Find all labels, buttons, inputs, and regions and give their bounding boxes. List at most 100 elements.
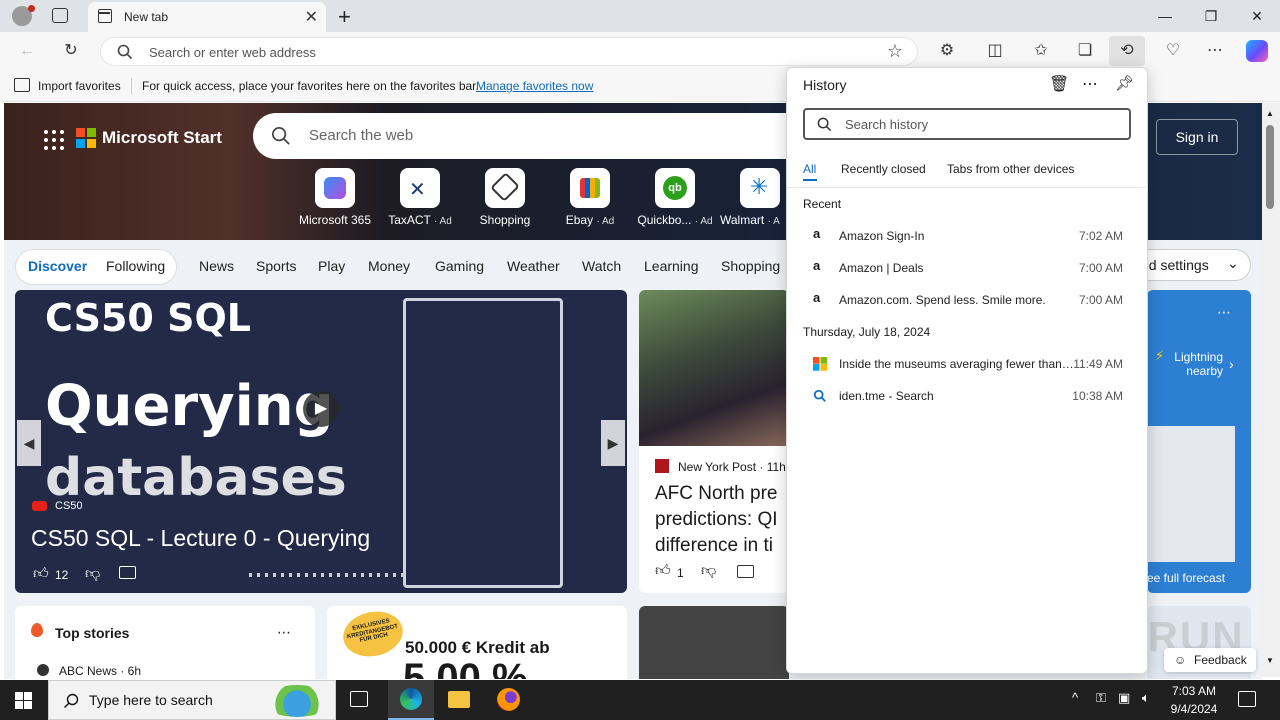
more-options-icon[interactable]: ⋯ (1217, 304, 1231, 321)
top-stories-title[interactable]: Top stories (55, 625, 129, 641)
nav-play[interactable]: Play (318, 258, 345, 274)
more-options-icon[interactable]: ⋯ (277, 624, 291, 641)
tab-actions-icon[interactable] (52, 8, 68, 23)
extensions-icon[interactable]: ⚙ (936, 40, 958, 62)
scroll-up-arrow[interactable]: ▲ (1266, 109, 1274, 118)
history-item[interactable]: a Amazon | Deals 7:00 AM (803, 252, 1133, 284)
tab-recently-closed[interactable]: Recently closed (841, 162, 926, 176)
scroll-down-arrow[interactable]: ▼ (1266, 656, 1274, 665)
split-screen-icon[interactable]: ◫ (984, 40, 1006, 62)
edge-icon (400, 688, 422, 710)
nav-sports[interactable]: Sports (256, 258, 296, 274)
pin-icon[interactable]: 📌︎ (1115, 74, 1134, 92)
taskbar-time[interactable]: 7:03 AM (1162, 684, 1226, 698)
taxact-tile[interactable]: ✕ (400, 168, 440, 208)
carousel-dots[interactable] (249, 573, 409, 577)
ad-card[interactable]: EXKLUSIVES KREDITANGEBOT FÜR DICH 50.000… (327, 606, 627, 679)
featured-video-card[interactable]: CS50 SQL Querying databases ▶ CS50 CS50 … (15, 290, 627, 593)
weather-card[interactable]: ⋯ ⚡ Lightning nearby › ee full forecast (1147, 290, 1251, 593)
tab-new-tab[interactable]: New tab ✕ (88, 2, 326, 32)
tab-discover[interactable]: Discover (28, 258, 87, 274)
edge-taskbar-button[interactable] (388, 680, 434, 720)
play-icon[interactable]: ▶ (303, 391, 339, 427)
tile-label: Walmart · A (720, 213, 780, 227)
weather-map[interactable] (1147, 426, 1235, 562)
import-favorites-button[interactable]: Import favorites (38, 79, 121, 93)
brand-title[interactable]: Microsoft Start (102, 128, 222, 148)
history-item-title: Amazon Sign-In (839, 229, 925, 243)
microsoft365-tile[interactable] (315, 168, 355, 208)
refresh-icon[interactable]: ↻ (60, 40, 82, 62)
tab-all[interactable]: All (803, 162, 816, 176)
taskbar-date[interactable]: 9/4/2024 (1162, 702, 1226, 716)
nav-news[interactable]: News (199, 258, 234, 274)
close-window-button[interactable]: ✕ (1234, 4, 1280, 28)
copilot-icon[interactable] (1246, 40, 1268, 62)
volume-icon[interactable]: 🔈︎ (1142, 690, 1150, 706)
like-icon[interactable]: 👍︎ (655, 562, 671, 580)
network-icon[interactable]: ▣ (1118, 690, 1130, 706)
delete-history-icon[interactable]: 🗑︎ (1049, 74, 1069, 94)
chevron-right-icon[interactable]: › (1229, 356, 1234, 372)
web-search-input[interactable]: Search the web (253, 113, 813, 159)
feedback-button[interactable]: ☺ Feedback (1164, 648, 1256, 672)
address-bar[interactable]: Search or enter web address ☆ (100, 37, 918, 66)
back-icon[interactable]: ← (16, 40, 38, 62)
restore-button[interactable]: ❐ (1188, 4, 1234, 28)
nav-shopping[interactable]: Shopping (721, 258, 780, 274)
browser-essentials-icon[interactable]: ♡ (1162, 40, 1184, 62)
nav-weather[interactable]: Weather (507, 258, 560, 274)
taskbar-search[interactable]: Type here to search (48, 680, 336, 720)
tabs-divider (787, 187, 1147, 188)
nav-watch[interactable]: Watch (582, 258, 621, 274)
app-launcher-icon[interactable] (44, 130, 66, 152)
history-search-input[interactable]: Search history (803, 108, 1131, 140)
dislike-icon[interactable]: 👎︎ (701, 562, 716, 580)
tab-other-devices[interactable]: Tabs from other devices (947, 162, 1074, 176)
ebay-tile[interactable] (570, 168, 610, 208)
tab-close-icon[interactable]: ✕ (305, 7, 318, 27)
scroll-thumb[interactable] (1266, 125, 1274, 209)
comment-icon[interactable] (119, 566, 136, 579)
windows-start-icon[interactable] (15, 692, 32, 709)
quickbooks-tile[interactable]: qb (655, 168, 695, 208)
nav-learning[interactable]: Learning (644, 258, 699, 274)
task-view-icon[interactable] (350, 691, 368, 707)
collections-icon[interactable]: ❏ (1074, 40, 1096, 62)
show-hidden-icons[interactable]: ^ (1072, 690, 1078, 705)
network-status-icon[interactable]: ⚿ (1096, 690, 1106, 706)
sign-in-button[interactable]: Sign in (1156, 119, 1238, 155)
walmart-tile[interactable]: ✳ (740, 168, 780, 208)
full-forecast-link[interactable]: ee full forecast (1147, 571, 1251, 585)
news-card[interactable] (639, 606, 789, 679)
import-favorites-icon[interactable] (14, 78, 30, 92)
new-tab-button[interactable]: + (338, 4, 351, 30)
comment-icon[interactable] (737, 565, 754, 578)
firefox-icon[interactable] (497, 688, 520, 711)
carousel-prev-button[interactable]: ◀ (17, 420, 41, 466)
file-explorer-icon[interactable] (448, 691, 470, 708)
favorites-icon[interactable]: ✩ (1030, 40, 1052, 62)
history-item[interactable]: Inside the museums averaging fewer than … (803, 348, 1133, 380)
more-options-icon[interactable]: ⋯ (1082, 74, 1098, 94)
tab-following[interactable]: Following (106, 258, 165, 274)
news-card[interactable]: New York Post · 11h AFC North pre predic… (639, 290, 789, 593)
history-item[interactable]: iden.tme - Search 10:38 AM (803, 380, 1133, 412)
history-item[interactable]: a Amazon.com. Spend less. Smile more. 7:… (803, 284, 1133, 316)
page-scrollbar[interactable]: ▲ ▼ (1262, 103, 1280, 677)
more-options-icon[interactable]: ⋯ (1204, 40, 1226, 62)
nav-money[interactable]: Money (368, 258, 410, 274)
shopping-tile[interactable] (485, 168, 525, 208)
like-icon[interactable]: 👍︎ (33, 565, 49, 583)
favorite-star-icon[interactable]: ☆ (887, 41, 903, 62)
dislike-icon[interactable]: 👎︎ (85, 565, 100, 583)
nav-gaming[interactable]: Gaming (435, 258, 484, 274)
tile-label: Shopping (479, 213, 531, 227)
weather-alert[interactable]: Lightning nearby (1167, 350, 1223, 378)
minimize-button[interactable]: — (1142, 4, 1188, 28)
notifications-icon[interactable] (1238, 691, 1256, 707)
carousel-next-button[interactable]: ▶ (601, 420, 625, 466)
card-headline[interactable]: CS50 SQL - Lecture 0 - Querying (31, 525, 370, 552)
manage-favorites-link[interactable]: Manage favorites now (476, 79, 593, 93)
history-item[interactable]: a Amazon Sign-In 7:02 AM (803, 220, 1133, 252)
